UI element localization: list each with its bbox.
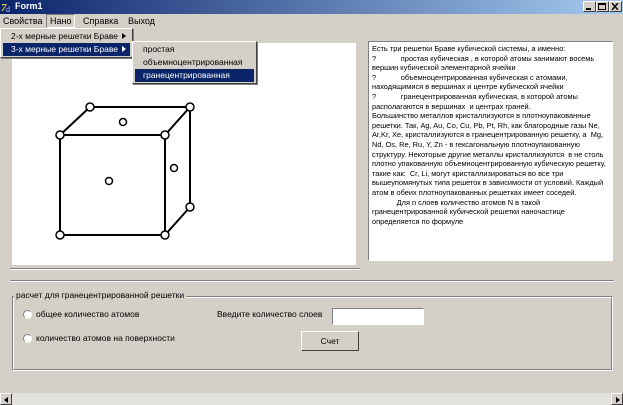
horizontal-scrollbar[interactable] [0, 393, 623, 405]
radio-surface-atoms[interactable] [23, 334, 32, 343]
layers-label: Введите количество слоев [217, 309, 323, 319]
title-bar[interactable]: 7 d Form1 [0, 0, 623, 14]
atom-corner [85, 102, 95, 112]
atom-corner [55, 230, 65, 240]
memo-paragraph: Для n слоев количество атомов N в такой … [372, 197, 567, 226]
groupbox-caption: расчет для гранецентрированной решетки [14, 290, 187, 300]
atom-corner [160, 230, 170, 240]
scroll-left-button[interactable] [0, 393, 12, 405]
divider [10, 280, 614, 282]
minimize-icon [586, 8, 591, 10]
maximize-icon [598, 3, 606, 10]
atom-face-center [169, 163, 179, 173]
submenu-arrow-icon [122, 46, 126, 52]
menu-item-label: 3-х мерные решетки Браве [11, 44, 118, 54]
arrow-left-icon [4, 397, 8, 403]
radio-total-atoms[interactable] [23, 310, 32, 319]
layers-input[interactable] [332, 308, 424, 325]
arrow-right-icon [616, 397, 620, 403]
minimize-button[interactable] [583, 1, 596, 12]
close-icon [611, 3, 619, 10]
memo-paragraph: Большинство металлов кристаллизуются в п… [372, 111, 608, 197]
atom-corner [185, 202, 195, 212]
menu-item-bcc[interactable]: объемноцентрированная [135, 56, 254, 69]
atom-corner [55, 130, 65, 140]
info-memo[interactable]: Есть три решетки Браве кубической систем… [368, 41, 613, 261]
menu-item-3d-bravais[interactable]: 3-х мерные решетки Браве [3, 43, 130, 56]
window-title: Form1 [15, 1, 43, 11]
submenu-arrow-icon [122, 33, 126, 39]
nano-dropdown: 2-х мерные решетки Браве 3-х мерные реше… [0, 28, 133, 58]
menu-nano[interactable]: Нано [46, 14, 76, 28]
radio-surface-atoms-label: количество атомов на поверхности [36, 333, 175, 343]
atom-corner [185, 102, 195, 112]
memo-paragraph: Есть три решетки Браве кубической систем… [372, 44, 595, 111]
scroll-right-button[interactable] [611, 393, 623, 405]
menu-exit[interactable]: Выход [125, 14, 158, 28]
lattice-dropdown: простая объемноцентрированная гранецентр… [132, 41, 257, 84]
menu-properties[interactable]: Свойства [0, 14, 46, 28]
divider [10, 268, 360, 270]
app-icon: 7 d [1, 2, 10, 13]
menu-bar: Свойства Нано Справка Выход [0, 14, 623, 28]
count-button[interactable]: Счет [301, 331, 359, 351]
menu-item-simple[interactable]: простая [135, 43, 254, 56]
atom-corner [160, 130, 170, 140]
radio-total-atoms-label: общее количество атомов [36, 309, 140, 319]
atom-face-center [118, 117, 128, 127]
menu-item-2d-bravais[interactable]: 2-х мерные решетки Браве [3, 30, 130, 43]
atom-face-center [104, 176, 114, 186]
menu-help[interactable]: Справка [80, 14, 121, 28]
menu-item-fcc[interactable]: гранецентрированная [135, 69, 254, 82]
maximize-button[interactable] [596, 1, 609, 12]
svg-text:d: d [6, 5, 10, 13]
menu-item-label: 2-х мерные решетки Браве [11, 31, 118, 41]
close-button[interactable] [609, 1, 622, 12]
